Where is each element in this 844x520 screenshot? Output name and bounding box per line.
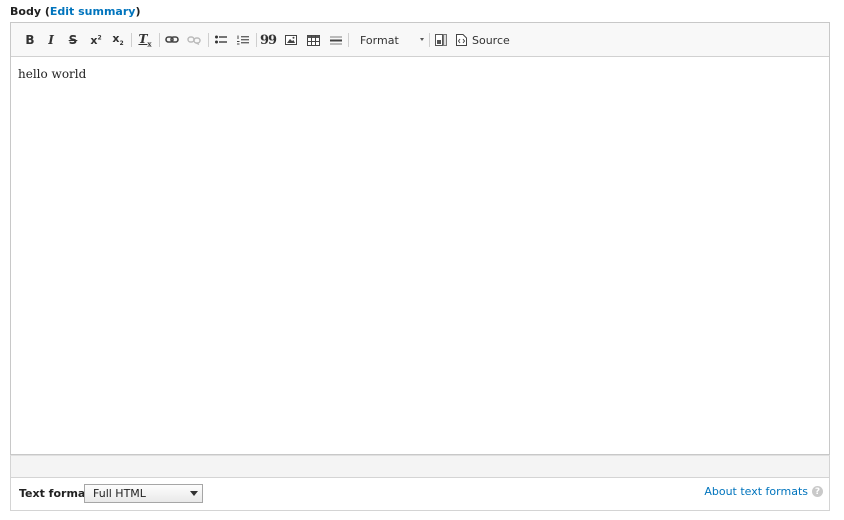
text-format-selected: Full HTML [93,487,146,500]
horizontal-rule-icon [330,35,342,45]
body-field-label: Body (Edit summary) [10,5,140,18]
editor-content[interactable]: hello world [18,67,86,81]
editor-toolbar: B I S x2 x2 Tx 99 Format Source [11,23,829,57]
subscript-button[interactable]: x2 [110,32,126,48]
toolbar-separator [131,33,132,47]
subscript-mark: 2 [119,40,124,48]
table-button[interactable] [306,32,320,48]
body-label-text: Body [10,5,41,18]
superscript-icon: x2 [90,34,101,47]
toolbar-separator [159,33,160,47]
remove-format-icon: Tx [138,32,151,48]
format-dropdown-label: Format [360,33,399,47]
horizontal-rule-button[interactable] [329,32,343,48]
about-text-formats-link[interactable]: About text formats [704,485,808,498]
format-dropdown[interactable]: Format [354,32,424,48]
maximize-icon [435,34,447,46]
text-format-label: Text format [19,487,91,500]
toolbar-separator [208,33,209,47]
text-format-row: Text format Full HTML About text formats… [10,478,830,511]
bulleted-list-button[interactable] [214,32,228,48]
blockquote-button[interactable]: 99 [259,32,277,48]
strikethrough-button[interactable]: S [66,32,80,48]
italic-button[interactable]: I [44,32,58,48]
maximize-button[interactable] [434,32,448,48]
link-icon [165,36,179,43]
strikethrough-icon: S [68,33,78,47]
table-icon [306,34,320,46]
unlink-icon [187,36,201,45]
remove-format-button[interactable]: Tx [137,32,153,48]
source-icon [456,34,467,46]
source-button[interactable]: Source [456,32,511,48]
edit-summary-link[interactable]: Edit summary [50,5,136,18]
text-format-select[interactable]: Full HTML [84,484,203,503]
remove-format-mark: x [147,39,152,49]
bulleted-list-icon [215,35,227,44]
blockquote-icon: 99 [259,32,277,48]
numbered-list-icon [237,35,249,44]
toolbar-separator [429,33,430,47]
editor-statusbar [10,455,830,478]
close-paren: ) [135,5,141,18]
bold-button[interactable]: B [23,32,37,48]
image-button[interactable] [284,32,298,48]
unlink-button[interactable] [186,32,202,48]
superscript-button[interactable]: x2 [88,32,104,48]
image-icon [285,35,297,45]
chevron-down-icon [190,491,198,496]
rich-text-editor: B I S x2 x2 Tx 99 Format Source hello wo… [10,22,830,455]
toolbar-separator [348,33,349,47]
subscript-icon: x2 [112,32,123,47]
about-text-formats[interactable]: About text formats ? [704,485,823,498]
help-icon[interactable]: ? [812,486,823,497]
italic-icon: I [48,33,54,47]
chevron-down-icon [420,38,424,41]
link-button[interactable] [164,32,180,48]
numbered-list-button[interactable] [236,32,250,48]
bold-icon: B [25,33,35,47]
toolbar-separator [256,33,257,47]
superscript-mark: 2 [97,33,102,41]
source-label: Source [472,33,510,47]
